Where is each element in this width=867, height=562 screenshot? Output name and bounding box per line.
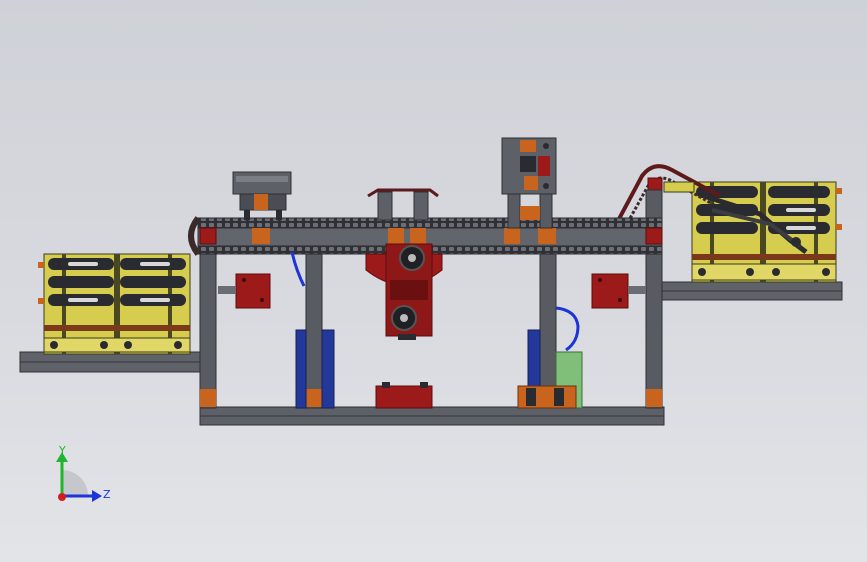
right-motor-box [591, 273, 629, 309]
left-cylinder [295, 329, 307, 409]
left-hose [290, 251, 306, 287]
right-rack-roller [768, 186, 830, 198]
left-motor-box [235, 273, 271, 309]
left-gripper-unit [232, 171, 292, 220]
right-storage-rack [661, 181, 843, 301]
frame-leg [305, 243, 323, 409]
x-axis-dot [58, 493, 66, 501]
right-hose [555, 306, 580, 352]
left-storage-rack [19, 253, 201, 373]
coordinate-axis-triad: Y Z [56, 444, 111, 502]
base-red-block [375, 385, 433, 409]
cad-assembly-view: Y Z [19, 137, 843, 502]
y-axis-label: Y [58, 444, 66, 457]
left-rack-roller [48, 276, 114, 288]
frame-leg [199, 243, 217, 409]
drive-gear-unit [365, 243, 443, 340]
vertical-actuator-tower [501, 137, 557, 229]
frame-leg [539, 243, 557, 409]
z-axis-label: Z [103, 488, 111, 501]
left-cylinder [321, 329, 335, 409]
top-chain [197, 217, 663, 229]
center-bracket [367, 188, 439, 221]
right-rack-roller [696, 222, 758, 234]
left-rack-roller [120, 276, 186, 288]
